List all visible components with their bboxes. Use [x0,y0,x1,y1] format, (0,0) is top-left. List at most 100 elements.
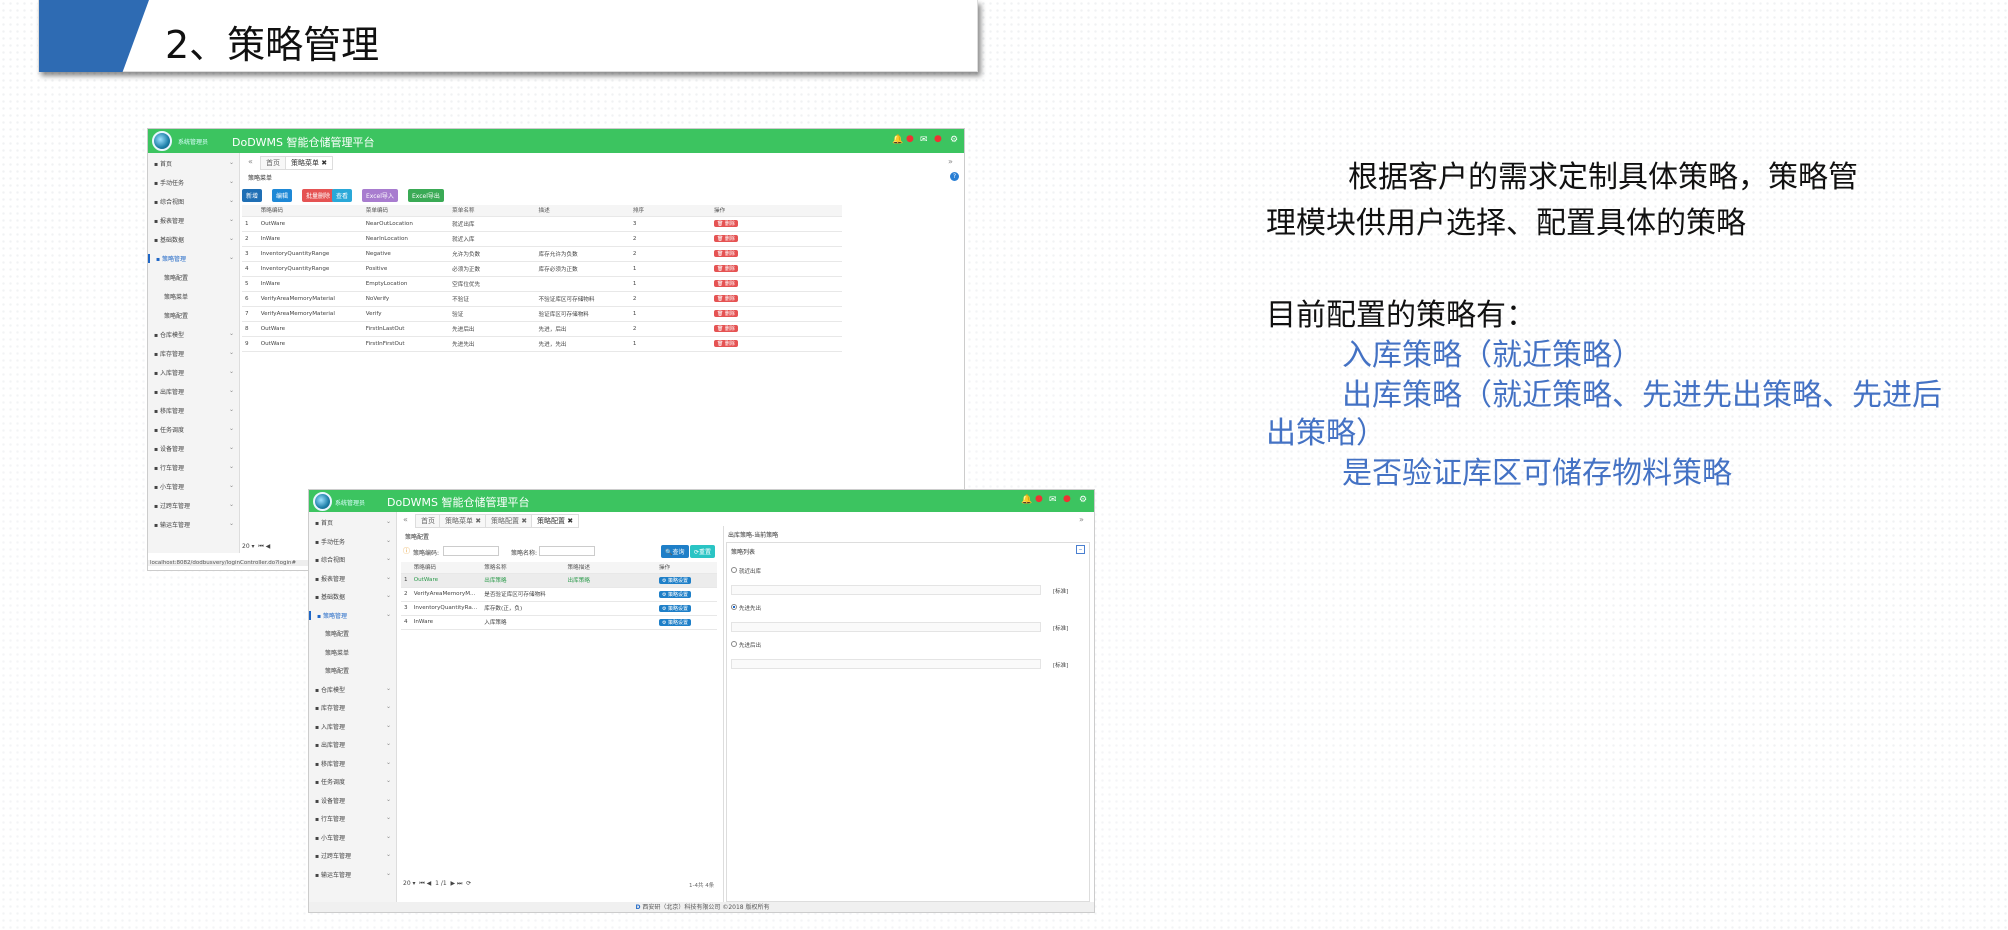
alert-icon[interactable]: ● [1035,494,1043,504]
sidebar-item[interactable]: ▪ 入库管理 ⌄ [309,722,396,731]
strategy-setting-button[interactable]: ⚙ 策略设置 [658,604,692,612]
sidebar-item[interactable]: ▪ 移库管理 ⌄ [148,406,239,415]
sidebar-item[interactable]: 策略菜单 [148,292,239,301]
bell-icon[interactable]: 🔔 [1021,495,1032,505]
gear-icon[interactable]: ⚙ [1079,495,1087,505]
delete-button[interactable]: 🗑 删除 [713,280,738,287]
sidebar-item[interactable]: ▪ 首页 ⌄ [309,518,396,527]
table-row[interactable]: 3 InventoryQuantityRa... 库存数(正，负) ⚙ 策略设置 [401,601,717,616]
tab-scroll-right-icon[interactable]: » [948,157,953,166]
notice-icon[interactable]: ● [1063,494,1071,504]
tab-scroll-left-icon[interactable]: « [248,157,253,166]
page-input[interactable]: 1 [435,880,439,887]
page-size-value[interactable]: 20 [403,880,411,887]
sidebar-item[interactable]: ▪ 任务调度 ⌄ [148,425,239,434]
table-row[interactable]: 2 InWare NearInLocation 就近入库 2 🗑 删除 [242,231,842,247]
sidebar-item[interactable]: ▪ 基础数据 ⌄ [309,592,396,601]
table-row[interactable]: 3 InventoryQuantityRange Negative 允许为负数 库存允许… [242,246,842,262]
sidebar-item[interactable]: 策略菜单 [309,648,396,657]
collapse-icon[interactable]: – [1076,545,1085,554]
alert-icon[interactable]: ● [906,134,914,144]
strategy-name-input[interactable] [539,546,595,556]
sidebar-item[interactable]: ▪ 库存管理 ⌄ [309,703,396,712]
close-icon[interactable]: ✖ [473,517,481,525]
sidebar-item[interactable]: ▪ 综合视图 ⌄ [309,555,396,564]
sidebar-item[interactable]: ▪ 库存管理 ⌄ [148,349,239,358]
sidebar-item[interactable]: ▪ 过跨车管理 ⌄ [309,851,396,860]
sidebar-item[interactable]: ▪ 设备管理 ⌄ [148,444,239,453]
sidebar-item[interactable]: 策略配置 [309,629,396,638]
sidebar-item[interactable]: ▪ 入库管理 ⌄ [148,368,239,377]
table-row[interactable]: 9 OutWare FirstInFirstOut 先进先出 先进，先出 1 🗑 删除 [242,336,842,352]
table-row[interactable]: 6 VerifyAreaMemoryMaterial NoVerify 不验证 不验证库… [242,291,842,307]
delete-button[interactable]: 🗑 删除 [713,340,738,347]
toolbar-button[interactable]: Excel导入 [362,189,398,202]
sidebar-item[interactable]: ▪ 手动任务 ⌄ [309,537,396,546]
user-label[interactable]: 系统管理员 [178,137,208,146]
sidebar-item[interactable]: ▪ 首页 ⌄ [148,159,239,168]
radio-icon[interactable] [731,641,737,647]
close-icon[interactable]: ✖ [321,159,327,167]
sidebar-item[interactable]: ▪ 输运车管理 ⌄ [148,520,239,529]
table-row[interactable]: 4 InWare 入库策略 ⚙ 策略设置 [401,615,717,630]
table-row[interactable]: 2 VerifyAreaMemoryM... 是否验证库区可存储物料 ⚙ 策略设置 [401,587,717,602]
table-row[interactable]: 7 VerifyAreaMemoryMaterial Verify 验证 验证库区可存储… [242,306,842,322]
table-row[interactable]: 4 InventoryQuantityRange Positive 必须为正数 库存必须… [242,261,842,277]
strategy-setting-button[interactable]: ⚙ 策略设置 [658,576,692,584]
toolbar-button[interactable]: 批量删除 [302,189,335,202]
table-row[interactable]: 1 OutWare NearOutLocation 就近出库 3 🗑 删除 [242,216,842,232]
delete-button[interactable]: 🗑 删除 [713,265,738,272]
sidebar-item[interactable]: 策略配置 [148,273,239,282]
sidebar-item[interactable]: ▪ 移库管理 ⌄ [309,759,396,768]
notice-icon[interactable]: ● [934,134,942,144]
tab-scroll-right-icon[interactable]: » [1079,515,1084,524]
sidebar-item[interactable]: ▪ 基础数据 ⌄ [148,235,239,244]
bell-icon[interactable]: 🔔 [892,135,903,145]
sidebar-item[interactable]: ▪ 手动任务 ⌄ [148,178,239,187]
gear-icon[interactable]: ⚙ [950,135,958,145]
filter-icon[interactable]: ⓘ [403,546,410,556]
strategy-code-input[interactable] [443,546,499,556]
strategy-setting-button[interactable]: ⚙ 策略设置 [658,618,692,626]
delete-button[interactable]: 🗑 删除 [713,310,738,317]
tab[interactable]: 策略配置 ✖ [531,514,580,528]
sidebar-item[interactable]: ▪ 输运车管理 ⌄ [309,870,396,879]
sidebar-item[interactable]: ▪ 仓库模型 ⌄ [309,685,396,694]
tab[interactable]: 首页 [415,514,441,528]
query-button[interactable]: 🔍查询 [661,545,689,558]
delete-button[interactable]: 🗑 删除 [713,295,738,302]
reset-button[interactable]: ⟳重置 [690,545,716,558]
sidebar-item[interactable]: ▪ 仓库模型 ⌄ [148,330,239,339]
sidebar-item[interactable]: ▪ 报表管理 ⌄ [148,216,239,225]
table-row[interactable]: 5 InWare EmptyLocation 空库位优先 1 🗑 删除 [242,276,842,292]
tab-home[interactable]: 首页 [260,156,286,170]
mail-icon[interactable]: ✉ [1049,495,1057,505]
sidebar-item[interactable]: ▪ 小车管理 ⌄ [309,833,396,842]
user-label[interactable]: 系统管理员 [335,498,365,507]
page-size-select[interactable]: 20 ▾ ⏮ ◀ [242,543,270,551]
toolbar-button[interactable]: Excel导出 [408,189,444,202]
toolbar-button[interactable]: 新增 [242,189,263,202]
sidebar-item[interactable]: ▪ 策略管理 ⌄ [309,610,396,620]
strategy-option[interactable]: 就近出库 [标准] [731,567,1085,599]
refresh-icon[interactable]: ⟳ [466,880,471,887]
delete-button[interactable]: 🗑 删除 [713,220,738,227]
mail-icon[interactable]: ✉ [920,135,928,145]
sidebar-item[interactable]: ▪ 任务调度 ⌄ [309,777,396,786]
delete-button[interactable]: 🗑 删除 [713,325,738,332]
delete-button[interactable]: 🗑 删除 [713,250,738,257]
toolbar-button[interactable]: 编辑 [272,189,293,202]
sidebar-item[interactable]: 策略配置 [309,666,396,675]
table-row[interactable]: 8 OutWare FirstInLastOut 先进后出 先进，后出 2 🗑 删除 [242,321,842,337]
sidebar-item[interactable]: ▪ 行车管理 ⌄ [309,814,396,823]
sidebar-item[interactable]: 策略配置 [148,311,239,320]
sidebar-item[interactable]: ▪ 小车管理 ⌄ [148,482,239,491]
radio-icon[interactable] [731,567,737,573]
sidebar-item[interactable]: ▪ 行车管理 ⌄ [148,463,239,472]
tab[interactable]: 策略配置 ✖ [485,514,534,528]
delete-button[interactable]: 🗑 删除 [713,235,738,242]
sidebar-item[interactable]: ▪ 设备管理 ⌄ [309,796,396,805]
tab-scroll-left-icon[interactable]: « [403,515,408,524]
tab[interactable]: 策略菜单 ✖ [439,514,488,528]
tab-strategy-menu[interactable]: 策略菜单 ✖ [285,156,334,170]
